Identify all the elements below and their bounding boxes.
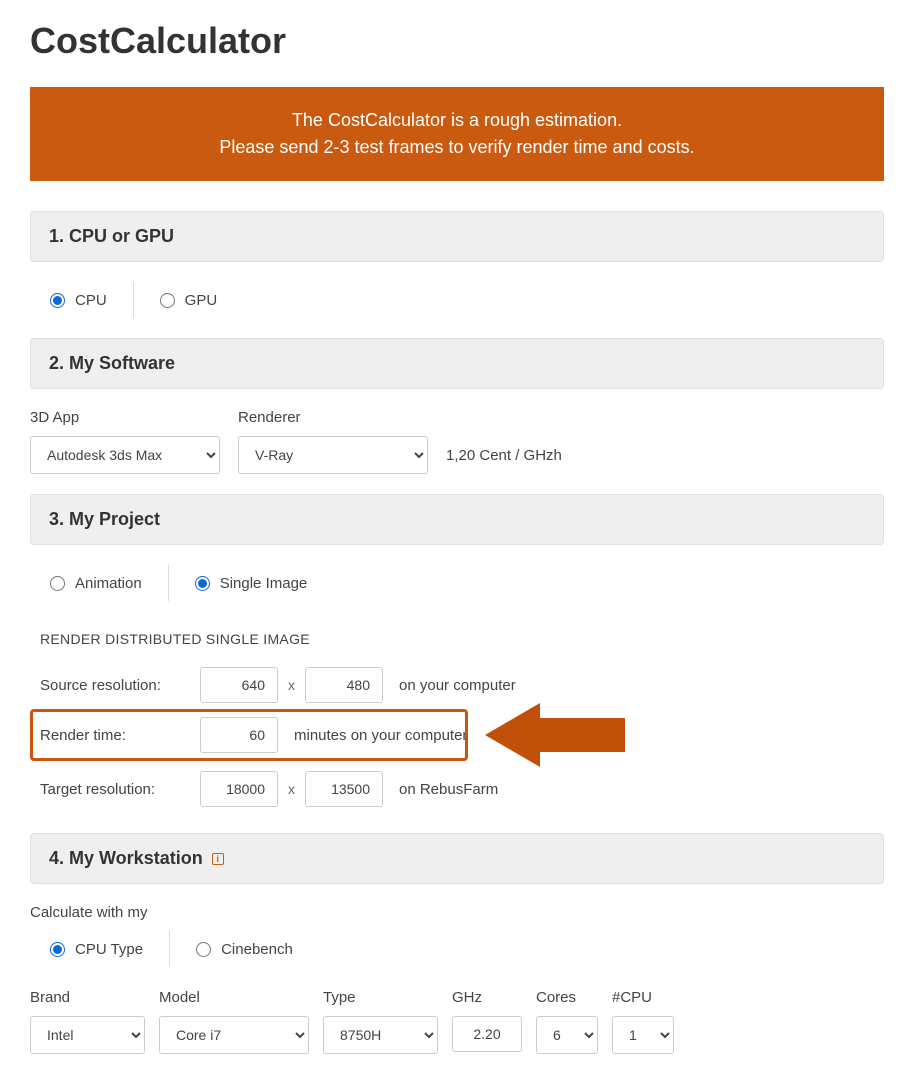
model-label: Model	[159, 989, 309, 1006]
app-select[interactable]: Autodesk 3ds Max	[30, 436, 220, 474]
ncpu-label: #CPU	[612, 989, 674, 1006]
radio-single-image-input[interactable]	[195, 576, 210, 591]
radio-cpu-label: CPU	[75, 292, 107, 309]
page-title: CostCalculator	[30, 20, 884, 62]
target-width-input[interactable]	[200, 771, 278, 807]
target-resolution-row: Target resolution: x on RebusFarm	[30, 771, 884, 807]
section-1-header: 1. CPU or GPU	[30, 211, 884, 262]
radio-animation-input[interactable]	[50, 576, 65, 591]
ncpu-select[interactable]: 1	[612, 1016, 674, 1054]
price-text: 1,20 Cent / GHzh	[446, 447, 562, 474]
radio-cinebench[interactable]: Cinebench	[196, 941, 293, 958]
radio-cpu-type[interactable]: CPU Type	[50, 941, 143, 958]
section-4-title: 4. My Workstation	[49, 848, 203, 868]
model-select[interactable]: Core i7	[159, 1016, 309, 1054]
radio-cpu[interactable]: CPU	[50, 292, 107, 309]
brand-label: Brand	[30, 989, 145, 1006]
radio-gpu-input[interactable]	[160, 293, 175, 308]
calculate-with-label: Calculate with my	[30, 904, 884, 921]
section-2-header: 2. My Software	[30, 338, 884, 389]
divider	[133, 282, 134, 318]
ghz-input[interactable]	[452, 1016, 522, 1052]
type-label: Type	[323, 989, 438, 1006]
section-3-header: 3. My Project	[30, 494, 884, 545]
section-4-header: 4. My Workstation i	[30, 833, 884, 884]
radio-gpu[interactable]: GPU	[160, 292, 218, 309]
type-select[interactable]: 8750H	[323, 1016, 438, 1054]
radio-cinebench-label: Cinebench	[221, 941, 293, 958]
renderer-label: Renderer	[238, 409, 428, 426]
render-time-label: Render time:	[40, 727, 190, 744]
target-height-input[interactable]	[305, 771, 383, 807]
render-time-row: Render time: minutes on your computer	[30, 717, 884, 753]
source-suffix: on your computer	[399, 677, 516, 694]
banner-line-1: The CostCalculator is a rough estimation…	[50, 107, 864, 134]
source-width-input[interactable]	[200, 667, 278, 703]
cores-label: Cores	[536, 989, 598, 1006]
radio-cpu-type-input[interactable]	[50, 942, 65, 957]
radio-single-image[interactable]: Single Image	[195, 575, 308, 592]
info-icon[interactable]: i	[212, 853, 224, 865]
cores-select[interactable]: 6	[536, 1016, 598, 1054]
target-resolution-label: Target resolution:	[40, 781, 190, 798]
renderer-select[interactable]: V-Ray	[238, 436, 428, 474]
source-resolution-label: Source resolution:	[40, 677, 190, 694]
arrow-left-icon	[485, 700, 625, 770]
radio-single-image-label: Single Image	[220, 575, 308, 592]
source-height-input[interactable]	[305, 667, 383, 703]
render-time-suffix: minutes on your computer	[294, 727, 467, 744]
banner-line-2: Please send 2-3 test frames to verify re…	[50, 134, 864, 161]
ghz-label: GHz	[452, 989, 522, 1006]
x-separator: x	[288, 781, 295, 797]
x-separator: x	[288, 677, 295, 693]
divider	[168, 565, 169, 601]
radio-cpu-type-label: CPU Type	[75, 941, 143, 958]
radio-animation[interactable]: Animation	[50, 575, 142, 592]
divider	[169, 931, 170, 967]
render-time-input[interactable]	[200, 717, 278, 753]
radio-animation-label: Animation	[75, 575, 142, 592]
info-banner: The CostCalculator is a rough estimation…	[30, 87, 884, 181]
source-resolution-row: Source resolution: x on your computer	[30, 667, 884, 703]
brand-select[interactable]: Intel	[30, 1016, 145, 1054]
target-suffix: on RebusFarm	[399, 781, 498, 798]
radio-gpu-label: GPU	[185, 292, 218, 309]
app-label: 3D App	[30, 409, 220, 426]
render-subheading: RENDER DISTRIBUTED SINGLE IMAGE	[40, 631, 884, 647]
radio-cinebench-input[interactable]	[196, 942, 211, 957]
radio-cpu-input[interactable]	[50, 293, 65, 308]
